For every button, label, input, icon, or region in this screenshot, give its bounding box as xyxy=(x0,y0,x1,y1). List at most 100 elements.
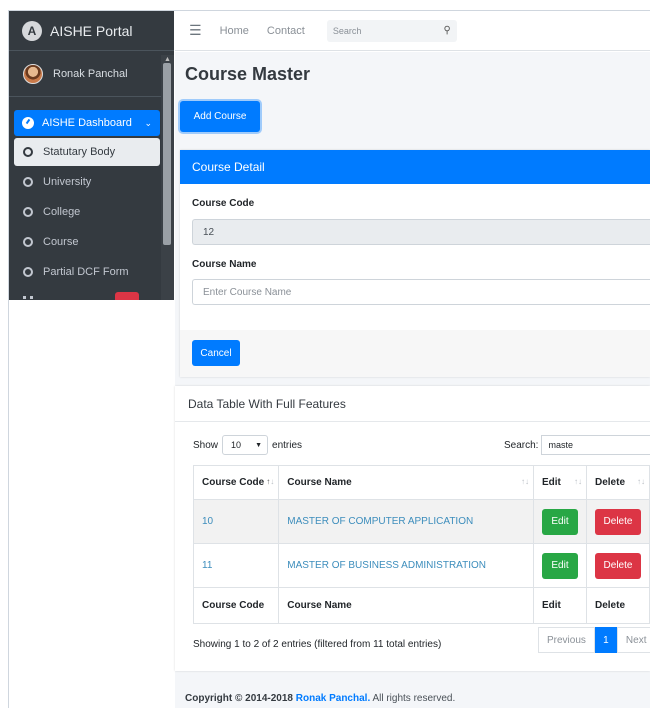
table-info-text: Showing 1 to 2 of 2 entries (filtered fr… xyxy=(193,639,442,650)
data-table-card: Data Table With Full Features Show 10 ▼ … xyxy=(175,386,650,671)
avatar xyxy=(23,63,43,84)
sidebar-item-statutary-body[interactable]: Statutary Body xyxy=(14,138,160,166)
page-title: Course Master xyxy=(185,64,311,84)
delete-button[interactable]: Delete xyxy=(595,552,641,579)
user-name: Ronak Panchal xyxy=(53,67,128,80)
navbar-search-input[interactable]: Search ⚲ xyxy=(326,19,457,42)
brand-link[interactable]: A AISHE Portal xyxy=(9,11,174,51)
delete-cell: Delete xyxy=(586,543,650,588)
scroll-up-icon[interactable]: ▲ xyxy=(164,56,171,63)
edit-cell: Edit xyxy=(532,543,588,588)
course-name-label: Course Name xyxy=(192,259,257,270)
sidebar-item-partial-dcf-form[interactable]: Partial DCF Form xyxy=(14,258,160,286)
footer-course-name: Course Name xyxy=(278,587,534,624)
courses-table: Course Code ↑↓ Course Name ↑↓ Edit ↑↓ De… xyxy=(192,465,650,624)
sidebar-item-dashboard[interactable]: AISHE Dashboard ⌄ xyxy=(14,110,160,136)
circle-icon xyxy=(23,147,33,157)
entries-select[interactable]: 10 ▼ xyxy=(222,435,269,455)
user-panel[interactable]: Ronak Panchal xyxy=(9,51,174,97)
course-name-cell: MASTER OF COMPUTER APPLICATION xyxy=(278,499,534,544)
table-length-control: Show 10 ▼ entries xyxy=(193,435,302,455)
entries-label: entries xyxy=(272,439,303,451)
course-code-field[interactable]: 12 xyxy=(192,219,650,245)
course-name-link[interactable]: MASTER OF BUSINESS ADMINISTRATION xyxy=(287,560,486,571)
table-row: 10 MASTER OF COMPUTER APPLICATION Edit D… xyxy=(192,499,650,544)
delete-button[interactable]: Delete xyxy=(595,508,641,535)
tachometer-icon xyxy=(22,117,34,129)
sidebar-item-label: College xyxy=(43,206,81,218)
copyright-owner-link[interactable]: Ronak Panchal. xyxy=(296,693,370,704)
copyright-prefix: Copyright © 2014-2018 xyxy=(185,693,293,704)
edit-button[interactable]: Edit xyxy=(541,508,578,535)
circle-icon xyxy=(23,267,33,277)
column-header-label: Edit xyxy=(541,477,561,488)
footer-delete: Delete xyxy=(586,587,650,624)
hamburger-menu-icon[interactable]: ☰ xyxy=(189,22,202,39)
table-search-label: Search: xyxy=(504,439,539,451)
course-detail-card: Course Detail Course Code 12 Course Name… xyxy=(180,150,650,377)
sidebar-scrollbar[interactable]: ▲ xyxy=(161,55,174,300)
divider xyxy=(175,421,650,422)
card-footer: Cancel xyxy=(180,330,650,377)
course-code-cell: 11 xyxy=(192,543,280,588)
pagination: Previous 1 Next xyxy=(538,627,650,653)
scrollbar-thumb[interactable] xyxy=(163,63,171,245)
column-header-delete[interactable]: Delete ↑↓ xyxy=(586,465,650,500)
sort-icon: ↑↓ xyxy=(266,477,275,486)
table-search-control: Search: maste xyxy=(504,435,650,455)
notification-badge xyxy=(115,292,139,300)
nav-contact-link[interactable]: Contact xyxy=(267,25,305,37)
footer-course-code: Course Code xyxy=(192,587,280,624)
sidebar-item-label: AISHE Dashboard xyxy=(42,117,132,129)
footer-edit: Edit xyxy=(532,587,588,624)
table-row: 11 MASTER OF BUSINESS ADMINISTRATION Edi… xyxy=(192,543,650,588)
sidebar-item-label: Statutary Body xyxy=(43,146,116,158)
cancel-button[interactable]: Cancel xyxy=(192,340,240,366)
card-header: Course Detail xyxy=(180,150,650,184)
sidebar-item-clipped[interactable] xyxy=(14,288,160,300)
table-header-row: Course Code ↑↓ Course Name ↑↓ Edit ↑↓ De… xyxy=(192,465,650,500)
pagination-previous[interactable]: Previous xyxy=(538,627,595,653)
circle-icon xyxy=(23,237,33,247)
sort-icon: ↑↓ xyxy=(520,477,529,486)
pagination-page-1[interactable]: 1 xyxy=(594,627,617,653)
copyright-footer: Copyright © 2014-2018 Ronak Panchal. All… xyxy=(185,693,455,704)
pagination-next[interactable]: Next xyxy=(616,627,650,653)
column-header-label: Delete xyxy=(595,477,626,488)
course-name-cell: MASTER OF BUSINESS ADMINISTRATION xyxy=(278,543,534,588)
add-course-button[interactable]: Add Course xyxy=(180,101,260,132)
circle-icon xyxy=(23,177,33,187)
table-search-input[interactable]: maste xyxy=(541,435,650,455)
sort-icon: ↑↓ xyxy=(574,477,582,486)
sidebar: A AISHE Portal Ronak Panchal AISHE Dashb… xyxy=(9,11,174,300)
sidebar-item-label: University xyxy=(43,176,92,188)
caret-down-icon: ▼ xyxy=(255,441,263,449)
course-code-link[interactable]: 10 xyxy=(202,516,213,527)
search-placeholder: Search xyxy=(332,25,362,36)
sidebar-nav: AISHE Dashboard ⌄ Statutary Body Univers… xyxy=(14,110,160,300)
column-header-label: Course Code xyxy=(202,477,265,488)
sidebar-item-university[interactable]: University xyxy=(14,168,160,196)
table-footer-row: Course Code Course Name Edit Delete xyxy=(192,587,650,624)
column-header-edit[interactable]: Edit ↑↓ xyxy=(532,465,588,500)
course-name-field[interactable]: Enter Course Name xyxy=(192,279,650,305)
edit-button[interactable]: Edit xyxy=(541,552,578,579)
circle-icon xyxy=(23,207,33,217)
copyright-suffix: All rights reserved. xyxy=(372,693,456,704)
edit-cell: Edit xyxy=(532,499,588,544)
course-name-link[interactable]: MASTER OF COMPUTER APPLICATION xyxy=(287,516,473,527)
column-header-course-code[interactable]: Course Code ↑↓ xyxy=(192,465,280,500)
table-card-title: Data Table With Full Features xyxy=(188,397,346,411)
column-header-course-name[interactable]: Course Name ↑↓ xyxy=(278,465,534,500)
nav-home-link[interactable]: Home xyxy=(220,25,249,37)
sidebar-item-label: Course xyxy=(43,236,79,248)
course-code-link[interactable]: 11 xyxy=(202,560,212,571)
sidebar-item-course[interactable]: Course xyxy=(14,228,160,256)
sort-icon: ↑↓ xyxy=(637,477,645,486)
search-icon[interactable]: ⚲ xyxy=(444,25,451,36)
course-code-cell: 10 xyxy=(192,499,280,544)
sidebar-item-college[interactable]: College xyxy=(14,198,160,226)
column-header-label: Course Name xyxy=(287,477,352,488)
delete-cell: Delete xyxy=(586,499,650,544)
content-wrapper: Course Master Add Course Course Detail C… xyxy=(175,52,650,708)
